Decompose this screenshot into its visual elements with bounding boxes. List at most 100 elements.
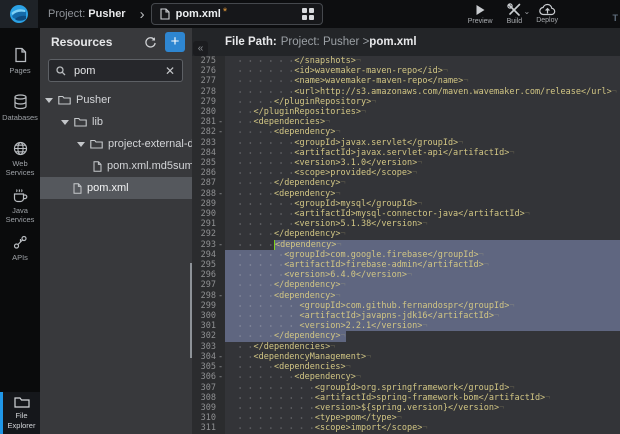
tree-item-project-external-dependencies[interactable]: project-external-dependencies xyxy=(40,133,192,155)
build-button[interactable]: ⌄Build xyxy=(507,0,523,25)
code-line[interactable]: <scope>import</scope> xyxy=(225,423,620,433)
gutter-line-number[interactable]: 278 xyxy=(192,87,225,97)
gutter-line-number[interactable]: 298- xyxy=(192,291,225,301)
code-line[interactable]: </dependencies> xyxy=(225,342,620,352)
sidebar-item-databases[interactable]: Databases xyxy=(0,94,40,141)
code-line[interactable]: </dependency> xyxy=(225,229,620,239)
code-line[interactable]: <scope>provided</scope> xyxy=(225,168,620,178)
gutter-line-number[interactable]: 303 xyxy=(192,342,225,352)
code-line[interactable]: <version>3.1.0</version> xyxy=(225,158,620,168)
code-line[interactable]: <dependencyManagement> xyxy=(225,352,620,362)
preview-button[interactable]: Preview xyxy=(468,0,493,25)
fold-marker-icon[interactable]: - xyxy=(216,127,225,137)
gutter-line-number[interactable]: 308 xyxy=(192,393,225,403)
code-line[interactable]: <artifactId>firebase-admin</artifactId> xyxy=(225,260,620,270)
code-line[interactable]: <groupId>javax.servlet</groupId> xyxy=(225,138,620,148)
gutter-line-number[interactable]: 280 xyxy=(192,107,225,117)
gutter-line-number[interactable]: 277 xyxy=(192,76,225,86)
code-line[interactable]: </pluginRepositories> xyxy=(225,107,620,117)
code-line[interactable]: <dependencies> xyxy=(225,362,620,372)
code-line[interactable]: <version>2.2.1</version> xyxy=(225,321,620,331)
clear-search-icon[interactable]: ✕ xyxy=(165,65,175,77)
fold-marker-icon[interactable]: - xyxy=(216,240,225,250)
gutter-line-number[interactable]: 311 xyxy=(192,423,225,433)
gutter-line-number[interactable]: 309 xyxy=(192,403,225,413)
code-line[interactable]: <dependency> xyxy=(225,291,620,301)
code-line[interactable]: <version>5.1.38</version> xyxy=(225,219,620,229)
sidebar-item-file-explorer[interactable]: File Explorer xyxy=(0,392,40,434)
code-line[interactable]: <groupId>com.github.fernandospr</groupId… xyxy=(225,301,620,311)
code-line[interactable]: </dependency> xyxy=(225,280,620,290)
code-line[interactable]: <name>wavemaker-maven-repo</name> xyxy=(225,76,620,86)
code-line[interactable]: </snapshots> xyxy=(225,56,620,66)
sidebar-item-pages[interactable]: Pages xyxy=(0,47,40,94)
code-line[interactable]: <id>wavemaker-maven-repo</id> xyxy=(225,66,620,76)
gutter-line-number[interactable]: 286 xyxy=(192,168,225,178)
refresh-icon[interactable] xyxy=(144,36,157,49)
search-input[interactable] xyxy=(72,64,165,78)
gutter-line-number[interactable]: 291 xyxy=(192,219,225,229)
gutter-line-number[interactable]: 294 xyxy=(192,250,225,260)
gutter-line-number[interactable]: 275 xyxy=(192,56,225,66)
code-line[interactable]: <dependency> xyxy=(225,127,620,137)
gutter-line-number[interactable]: 300 xyxy=(192,311,225,321)
expander-icon[interactable] xyxy=(61,120,69,125)
code-line[interactable]: </dependency> xyxy=(225,331,620,341)
gutter-line-number[interactable]: 296 xyxy=(192,270,225,280)
gutter-line-number[interactable]: 285 xyxy=(192,158,225,168)
gutter-line-number[interactable]: 281- xyxy=(192,117,225,127)
gutter-line-number[interactable]: 276 xyxy=(192,66,225,76)
sidebar-item-apis[interactable]: APIs xyxy=(0,235,40,282)
fold-marker-icon[interactable]: - xyxy=(216,291,225,301)
gutter-line-number[interactable]: 307 xyxy=(192,383,225,393)
fold-marker-icon[interactable]: - xyxy=(216,352,225,362)
expander-icon[interactable] xyxy=(45,98,53,103)
tree-item-lib[interactable]: lib xyxy=(40,111,192,133)
gutter-line-number[interactable]: 290 xyxy=(192,209,225,219)
gutter-line-number[interactable]: 289 xyxy=(192,199,225,209)
project-breadcrumb[interactable]: Project:Pusher xyxy=(48,8,126,20)
file-switcher-grid-icon[interactable] xyxy=(302,8,314,20)
code-line[interactable]: <dependency> xyxy=(225,189,620,199)
gutter-line-number[interactable]: 282- xyxy=(192,127,225,137)
code-line[interactable]: <artifactId>javapns-jdk16</artifactId> xyxy=(225,311,620,321)
gutter-line-number[interactable]: 310 xyxy=(192,413,225,423)
expander-icon[interactable] xyxy=(77,142,85,147)
gutter-line-number[interactable]: 301 xyxy=(192,321,225,331)
code-line[interactable]: <version>${spring.version}</version> xyxy=(225,403,620,413)
deploy-button[interactable]: Deploy xyxy=(536,0,558,24)
code-line[interactable]: <artifactId>javax.servlet-api</artifactI… xyxy=(225,148,620,158)
gutter-line-number[interactable]: 302 xyxy=(192,331,225,341)
fold-marker-icon[interactable]: - xyxy=(216,372,225,382)
code-line[interactable]: <groupId>org.springframework</groupId> xyxy=(225,383,620,393)
fold-marker-icon[interactable]: - xyxy=(216,362,225,372)
gutter-line-number[interactable]: 292 xyxy=(192,229,225,239)
code-line[interactable]: <url>http://s3.amazonaws.com/maven.wavem… xyxy=(225,87,620,97)
gutter-line-number[interactable]: 295 xyxy=(192,260,225,270)
code-line[interactable]: <groupId>mysql</groupId> xyxy=(225,199,620,209)
code-line[interactable]: <artifactId>mysql-connector-java</artifa… xyxy=(225,209,620,219)
code-line[interactable]: <version>6.4.0</version> xyxy=(225,270,620,280)
code-line[interactable]: <type>pom</type> xyxy=(225,413,620,423)
open-file-tab[interactable]: pom.xml * xyxy=(151,3,323,25)
code-line[interactable]: </pluginRepository> xyxy=(225,97,620,107)
gutter-line-number[interactable]: 283 xyxy=(192,138,225,148)
wavemaker-logo[interactable] xyxy=(0,0,38,28)
code-area[interactable]: 275 </snapshots>276 <id>wavemaker-maven-… xyxy=(192,56,620,434)
gutter-line-number[interactable]: 299 xyxy=(192,301,225,311)
add-resource-button[interactable]: + xyxy=(165,32,185,52)
code-line[interactable]: <groupId>com.google.firebase</groupId> xyxy=(225,250,620,260)
fold-marker-icon[interactable]: - xyxy=(216,189,225,199)
collapse-panel-icon[interactable]: « xyxy=(193,41,208,56)
code-line[interactable]: <dependency> xyxy=(225,372,620,382)
gutter-line-number[interactable]: 305- xyxy=(192,362,225,372)
gutter-line-number[interactable]: 279 xyxy=(192,97,225,107)
gutter-line-number[interactable]: 288- xyxy=(192,189,225,199)
gutter-line-number[interactable]: 304- xyxy=(192,352,225,362)
code-line[interactable]: <dependencies> xyxy=(225,117,620,127)
gutter-line-number[interactable]: 306- xyxy=(192,372,225,382)
sidebar-item-web-services[interactable]: Web Services xyxy=(0,141,40,188)
fold-marker-icon[interactable]: - xyxy=(216,117,225,127)
tree-item-pusher[interactable]: Pusher xyxy=(40,89,192,111)
code-line[interactable]: </dependency> xyxy=(225,178,620,188)
